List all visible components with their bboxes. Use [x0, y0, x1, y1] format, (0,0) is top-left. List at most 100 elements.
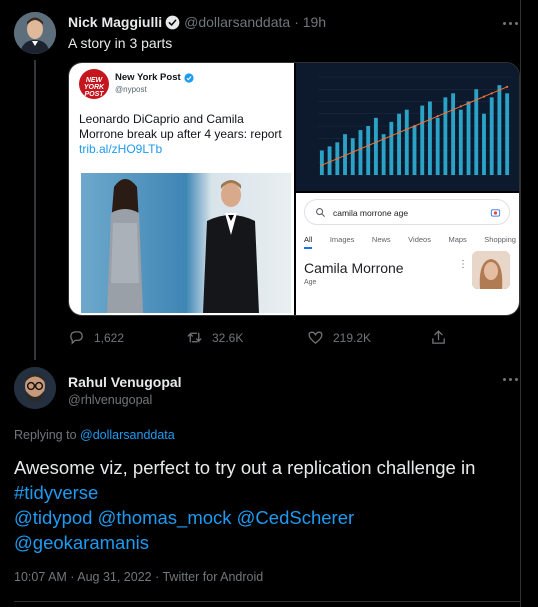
- chart-bar: [327, 146, 332, 175]
- google-tab-videos: Videos: [408, 235, 431, 244]
- retweet-icon: [187, 332, 202, 343]
- chart-trend-point: [367, 144, 370, 147]
- couple-photo: [81, 173, 291, 313]
- google-result-title: Camila Morrone: [304, 260, 404, 276]
- chart-trend-point: [428, 118, 432, 121]
- tweet1-media-grid[interactable]: NEW YORK POST New York Post @nypost Leon…: [68, 62, 520, 316]
- chart-trend-point: [397, 131, 401, 134]
- chart-trend-point: [475, 98, 478, 101]
- chart-trend-point: [467, 102, 470, 105]
- search-icon: [316, 208, 326, 218]
- chart-bar: [466, 101, 471, 175]
- chart-bar: [373, 117, 378, 175]
- chart-trend-point: [390, 134, 393, 137]
- google-tab-all: All: [304, 235, 313, 249]
- google-query: camila morrone age: [333, 208, 409, 218]
- more-icon[interactable]: [502, 14, 520, 32]
- hashtag-tidyverse[interactable]: #tidyverse: [14, 482, 98, 503]
- like-button[interactable]: 219.2K: [307, 329, 371, 346]
- tweet2-handle[interactable]: @rhlvenugopal: [68, 393, 152, 407]
- chart-trend-point: [328, 160, 331, 164]
- tweet1-text: A story in 3 parts: [68, 35, 173, 51]
- timeline-column: Nick Maggiulli @dollarsanddata · 19h A s…: [0, 0, 521, 607]
- google-search-box: camila morrone age: [304, 199, 510, 225]
- chart-bar: [381, 134, 386, 175]
- chart-trend-point: [336, 157, 339, 160]
- chart-trend-point: [444, 111, 447, 115]
- tweet2-timestamp[interactable]: 10:07 AM · Aug 31, 2022 · Twitter for An…: [14, 570, 263, 584]
- tweet1-author-name[interactable]: Nick Maggiulli: [68, 14, 162, 30]
- chart-trend-point: [498, 88, 501, 92]
- chart-bar: [397, 113, 401, 175]
- thread-connector: [34, 60, 36, 360]
- more-icon[interactable]: [502, 370, 520, 388]
- nypost-name-text: New York Post: [115, 72, 181, 83]
- chart-trend-point: [506, 85, 509, 88]
- chart-bar: [482, 113, 486, 175]
- more-icon: ⋮: [458, 259, 468, 270]
- replying-to-link[interactable]: @dollarsanddata: [80, 428, 175, 442]
- tweet1-handle[interactable]: @dollarsanddata: [184, 14, 290, 30]
- retweet-count: 32.6K: [212, 330, 244, 345]
- google-result-sub: Age: [304, 279, 317, 286]
- google-tab-shopping: Shopping: [484, 235, 516, 244]
- chart-bar: [505, 93, 510, 175]
- chart-bar: [489, 97, 494, 175]
- age-bar-chart: [318, 76, 511, 176]
- chart-trend-point: [320, 164, 323, 167]
- reply-button[interactable]: 1,622: [68, 329, 124, 346]
- like-count: 219.2K: [333, 330, 372, 345]
- chart-trend-point: [351, 151, 354, 154]
- chart-trend-point: [374, 141, 377, 144]
- chart-bar: [366, 126, 371, 175]
- chart-bar: [420, 105, 425, 175]
- tweet1-header: Nick Maggiulli @dollarsanddata · 19h: [68, 14, 326, 30]
- replying-to-line: Replying to @dollarsanddata: [14, 428, 175, 442]
- nypost-link: trib.al/zHO9LTb: [79, 142, 163, 156]
- chart-trend-point: [343, 154, 347, 157]
- tweet2-body: Awesome viz, perfect to try out a replic…: [14, 455, 514, 555]
- chart-bar: [451, 93, 456, 175]
- tweet1-time[interactable]: · 19h: [294, 14, 326, 30]
- like-icon: [308, 331, 323, 344]
- share-button[interactable]: [430, 329, 456, 346]
- tweet2-text: Awesome viz, perfect to try out a replic…: [14, 457, 476, 478]
- google-result-thumbnail: [472, 251, 510, 289]
- chart-trend-point: [413, 124, 416, 128]
- chart-trend-point: [421, 121, 424, 124]
- chart-trend-point: [359, 147, 362, 150]
- media-google-search[interactable]: camila morrone age All Images News Video…: [296, 193, 519, 315]
- reply-count: 1,622: [94, 330, 125, 345]
- media-age-chart[interactable]: [296, 63, 519, 191]
- mention-cedscherer[interactable]: @CedScherer: [237, 507, 355, 528]
- nypost-headline: Leonardo DiCaprio and Camila Morrone bre…: [79, 112, 282, 141]
- chart-trend-point: [405, 128, 408, 131]
- chart-trend-point: [482, 95, 486, 98]
- verified-badge-icon: [184, 72, 194, 83]
- chart-bar: [497, 85, 502, 175]
- chart-bar: [435, 117, 440, 175]
- nypost-logo: NEW YORK POST: [79, 69, 109, 99]
- chart-bar: [428, 101, 432, 175]
- share-icon: [432, 330, 445, 344]
- mention-tidypod[interactable]: @tidypod: [14, 507, 92, 528]
- chart-bar: [389, 121, 394, 175]
- chart-bar: [443, 97, 448, 175]
- divider: [14, 601, 521, 602]
- google-tab-news: News: [371, 235, 391, 244]
- chart-trend-point: [452, 108, 455, 111]
- avatar-rahul-venugopal[interactable]: [14, 367, 56, 409]
- tweet2-author-name[interactable]: Rahul Venugopal: [68, 374, 182, 390]
- retweet-button[interactable]: 32.6K: [186, 329, 243, 346]
- chart-trend-point: [490, 92, 493, 95]
- avatar-nick-maggiulli[interactable]: [14, 12, 56, 54]
- chart-trend-point: [436, 115, 439, 118]
- chart-bar: [412, 126, 417, 175]
- mention-thomas-mock[interactable]: @thomas_mock: [98, 507, 232, 528]
- nypost-name: New York Post: [115, 72, 194, 83]
- chart-bar: [319, 150, 324, 175]
- verified-badge-icon: [165, 15, 180, 29]
- mention-geokaramanis[interactable]: @geokaramanis: [14, 532, 149, 553]
- media-nypost-screenshot[interactable]: NEW YORK POST New York Post @nypost Leon…: [69, 63, 294, 315]
- google-tab-maps: Maps: [448, 235, 467, 244]
